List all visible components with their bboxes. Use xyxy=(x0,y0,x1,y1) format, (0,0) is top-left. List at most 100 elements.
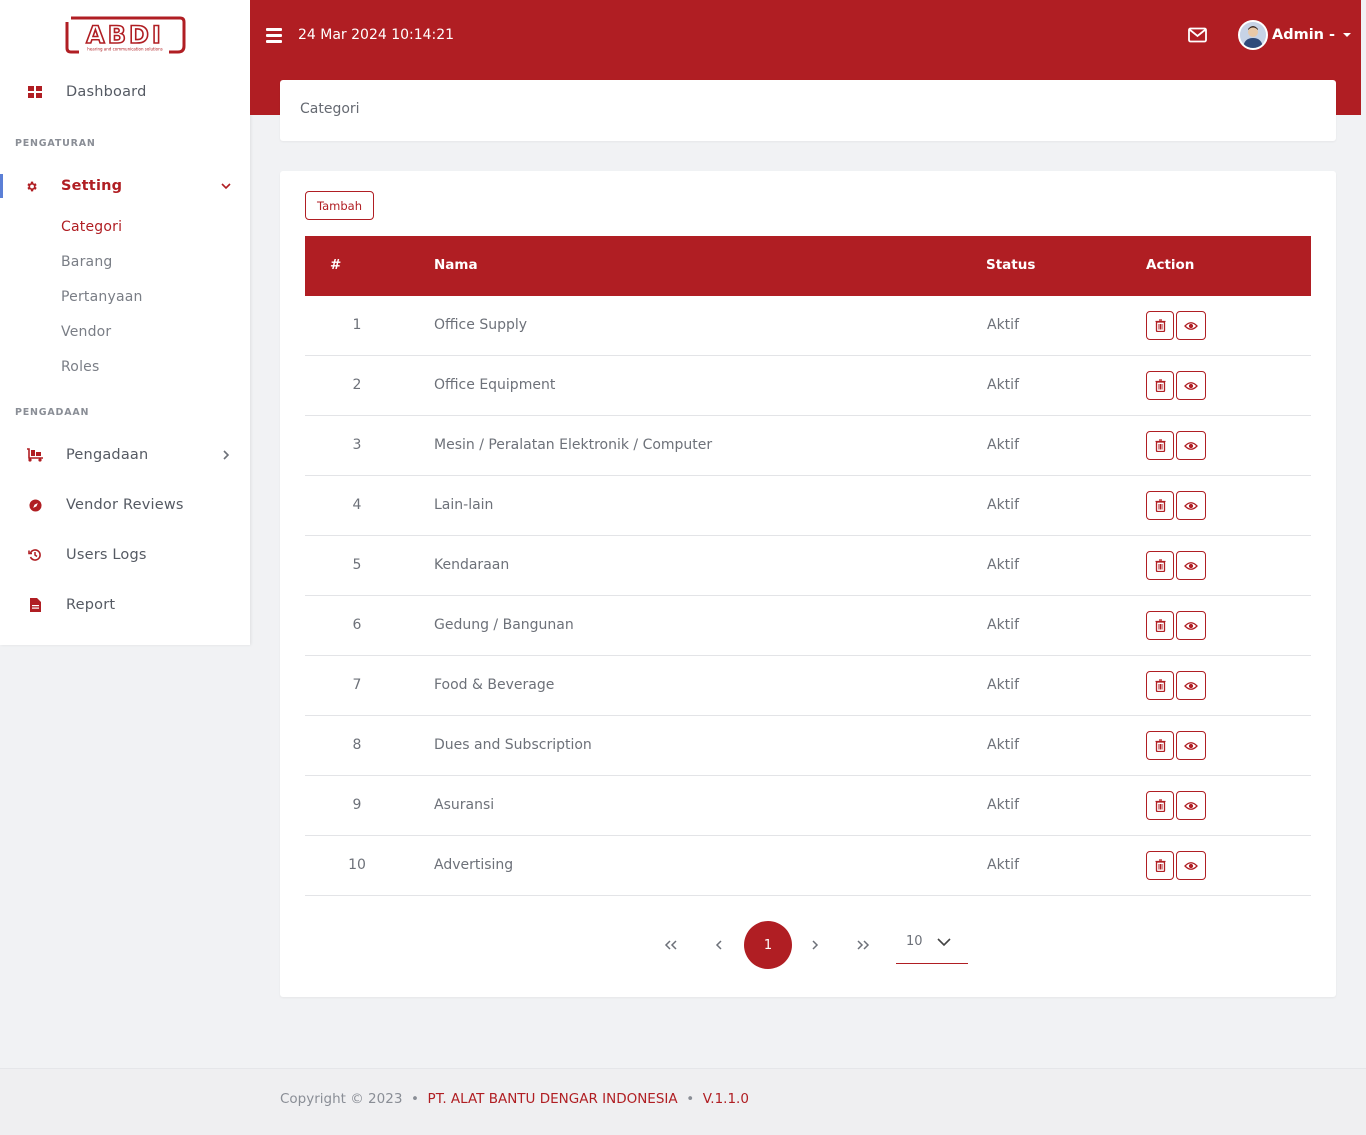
current-datetime: 24 Mar 2024 10:14:21 xyxy=(298,27,455,43)
row-status: Aktif xyxy=(987,857,1019,873)
column-header-nama: Nama xyxy=(434,257,478,273)
row-nama: Advertising xyxy=(434,857,514,873)
avatar[interactable] xyxy=(1238,20,1268,50)
delete-button[interactable] xyxy=(1146,731,1174,760)
trash-icon xyxy=(1155,379,1166,392)
table-row: 1 Office Supply Aktif xyxy=(305,296,1311,356)
sidebar-subitem-categori[interactable]: Categori xyxy=(61,219,122,235)
category-table: # Nama Status Action 1 Office Supply Aktif… xyxy=(305,236,1311,896)
row-number: 1 xyxy=(352,317,362,333)
view-button[interactable] xyxy=(1176,311,1206,340)
row-number: 4 xyxy=(352,497,362,513)
row-status: Aktif xyxy=(987,317,1019,333)
view-button[interactable] xyxy=(1176,671,1206,700)
view-button[interactable] xyxy=(1176,611,1206,640)
row-nama: Office Supply xyxy=(434,317,528,333)
user-name: Admin - xyxy=(1272,27,1336,43)
first-page-icon[interactable] xyxy=(659,933,683,957)
sidebar-item-label: Setting xyxy=(61,178,123,194)
trash-icon xyxy=(1155,619,1166,632)
page-size-select[interactable]: 10 xyxy=(896,926,968,964)
gear-icon xyxy=(24,179,38,193)
table-row: 9 Asuransi Aktif xyxy=(305,776,1311,836)
table-row: 5 Kendaraan Aktif xyxy=(305,536,1311,596)
row-number: 3 xyxy=(352,437,362,453)
eye-icon xyxy=(1184,321,1198,331)
app-version: V.1.1.0 xyxy=(702,1091,749,1107)
row-nama: Lain-lain xyxy=(434,497,494,513)
eye-icon xyxy=(1184,501,1198,511)
page-button-current[interactable]: 1 xyxy=(744,921,792,969)
view-button[interactable] xyxy=(1176,791,1206,820)
table-row: 6 Gedung / Bangunan Aktif xyxy=(305,596,1311,656)
menu-toggle-icon[interactable] xyxy=(266,28,282,43)
row-status: Aktif xyxy=(987,557,1019,573)
sidebar-item-users-logs[interactable]: Users Logs xyxy=(0,535,250,575)
sidebar-item-label: Vendor Reviews xyxy=(66,497,184,513)
caret-down-icon xyxy=(1343,33,1352,37)
sidebar-subitem-barang[interactable]: Barang xyxy=(61,254,112,270)
view-button[interactable] xyxy=(1176,491,1206,520)
table-row: 8 Dues and Subscription Aktif xyxy=(305,716,1311,776)
trash-icon xyxy=(1155,799,1166,812)
sidebar-item-vendor-reviews[interactable]: Vendor Reviews xyxy=(0,485,250,525)
row-status: Aktif xyxy=(987,617,1019,633)
view-button[interactable] xyxy=(1176,851,1206,880)
delete-button[interactable] xyxy=(1146,671,1174,700)
sidebar-item-pengadaan[interactable]: Pengadaan xyxy=(0,435,250,475)
row-nama: Food & Beverage xyxy=(434,677,555,693)
row-status: Aktif xyxy=(987,677,1019,693)
row-nama: Dues and Subscription xyxy=(434,737,592,753)
last-page-icon[interactable] xyxy=(851,933,875,957)
row-nama: Kendaraan xyxy=(434,557,510,573)
delete-button[interactable] xyxy=(1146,431,1174,460)
page-size-value: 10 xyxy=(906,934,923,949)
delete-button[interactable] xyxy=(1146,371,1174,400)
table-body: 1 Office Supply Aktif 2 Office Equipment Akti… xyxy=(305,296,1311,896)
add-button[interactable]: Tambah xyxy=(305,191,374,220)
delete-button[interactable] xyxy=(1146,611,1174,640)
column-header-action: Action xyxy=(1146,257,1195,273)
chevron-right-icon xyxy=(223,450,230,460)
chevron-down-icon xyxy=(937,938,951,947)
view-button[interactable] xyxy=(1176,431,1206,460)
section-title-pengadaan: PENGADAAN xyxy=(15,407,90,418)
view-button[interactable] xyxy=(1176,731,1206,760)
delete-button[interactable] xyxy=(1146,491,1174,520)
company-name: PT. ALAT BANTU DENGAR INDONESIA xyxy=(427,1091,678,1107)
row-status: Aktif xyxy=(987,377,1019,393)
previous-page-icon[interactable] xyxy=(707,933,731,957)
sidebar-item-report[interactable]: Report xyxy=(0,585,250,625)
delete-button[interactable] xyxy=(1146,551,1174,580)
file-icon xyxy=(28,598,42,612)
delete-button[interactable] xyxy=(1146,851,1174,880)
mail-icon[interactable] xyxy=(1188,27,1207,43)
sidebar-subitem-pertanyaan[interactable]: Pertanyaan xyxy=(61,289,143,305)
logo-tagline: hearing and communication solutions xyxy=(87,47,162,52)
dolly-icon xyxy=(26,448,44,462)
delete-button[interactable] xyxy=(1146,311,1174,340)
sidebar-subitem-vendor[interactable]: Vendor xyxy=(61,324,111,340)
abdi-logo[interactable]: ABDI hearing and communication solutions xyxy=(65,16,186,54)
content-card: Tambah # Nama Status Action 1 Office Supp… xyxy=(280,171,1336,997)
user-menu[interactable]: Admin - xyxy=(1272,27,1352,43)
breadcrumb: Categori xyxy=(280,80,1336,141)
sidebar-subitem-roles[interactable]: Roles xyxy=(61,359,99,375)
row-number: 7 xyxy=(352,677,362,693)
sidebar-item-setting[interactable]: Setting xyxy=(0,166,250,206)
sidebar-item-dashboard[interactable]: Dashboard xyxy=(0,72,250,112)
trash-icon xyxy=(1155,859,1166,872)
row-nama: Asuransi xyxy=(434,797,495,813)
view-button[interactable] xyxy=(1176,371,1206,400)
delete-button[interactable] xyxy=(1146,791,1174,820)
table-header: # Nama Status Action xyxy=(305,236,1311,296)
next-page-icon[interactable] xyxy=(803,933,827,957)
copyright: Copyright © 2023 xyxy=(280,1091,403,1107)
trash-icon xyxy=(1155,559,1166,572)
page-title: Categori xyxy=(300,101,360,117)
eye-icon xyxy=(1184,741,1198,751)
sidebar: ABDI hearing and communication solutions… xyxy=(0,0,250,645)
row-status: Aktif xyxy=(987,737,1019,753)
view-button[interactable] xyxy=(1176,551,1206,580)
dashboard-grid-icon xyxy=(28,85,42,99)
